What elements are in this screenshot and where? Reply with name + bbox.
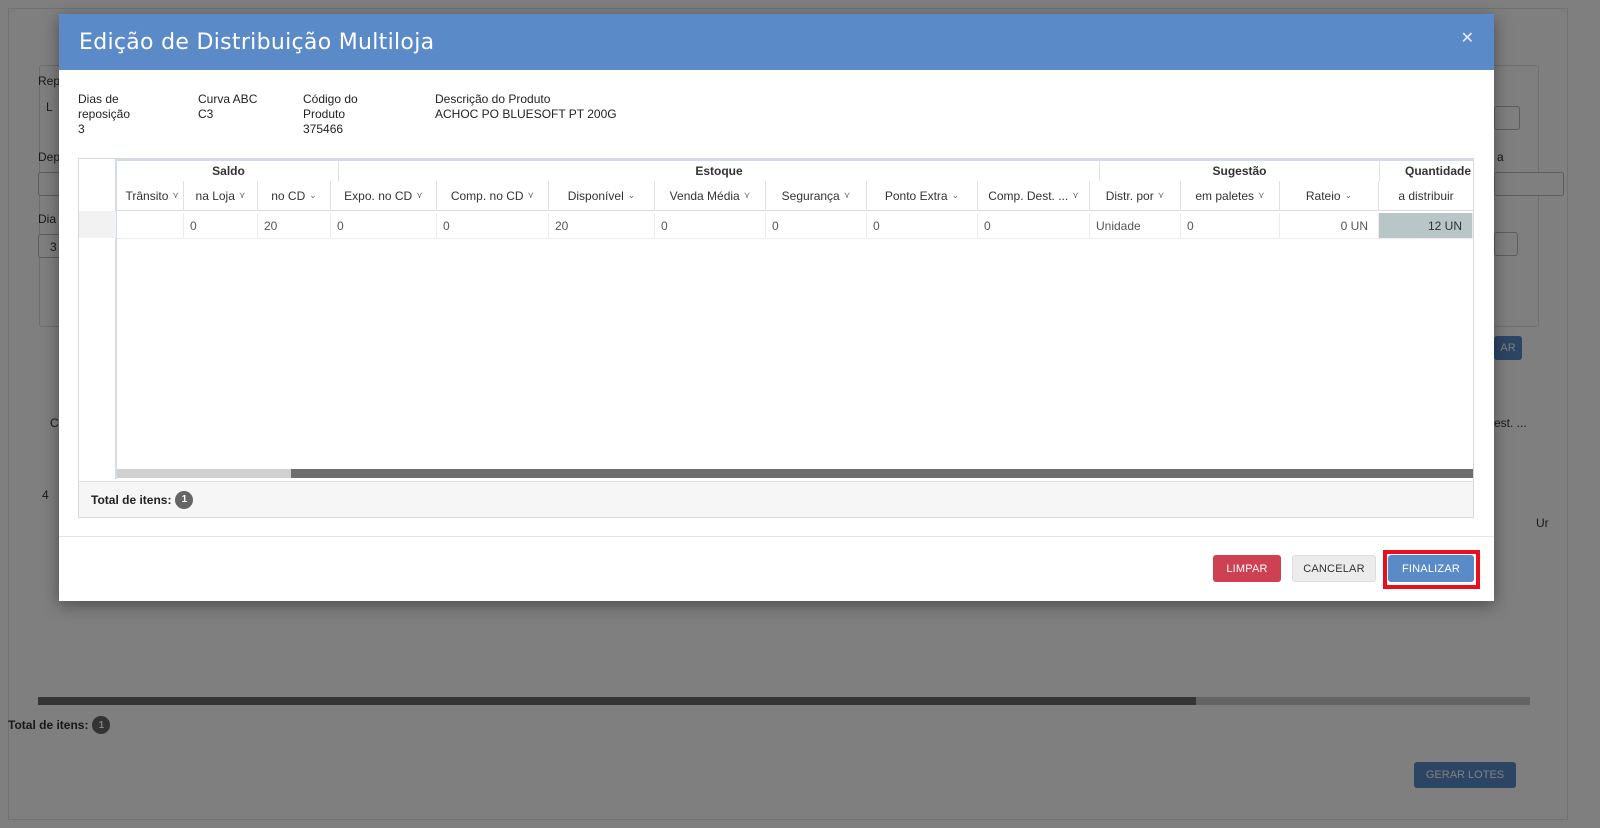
sort-icon: ⋎ xyxy=(238,190,246,200)
column-comp-label: Comp. no CD xyxy=(450,188,524,203)
info-descricao-produto: Descrição do Produto ACHOC PO BLUESOFT P… xyxy=(435,92,735,122)
cell-ponto-extra[interactable]: 0 xyxy=(867,213,978,239)
grid-total-count-badge: 1 xyxy=(175,490,194,509)
modal-footer-divider xyxy=(59,536,1494,537)
grid-row-selector[interactable] xyxy=(79,211,116,238)
dias-reposicao-label: Dias de reposição xyxy=(78,92,131,121)
modal-header: Edição de Distribuição Multiloja ✕ xyxy=(59,14,1494,70)
chevron-down-icon: ⌄ xyxy=(951,190,960,200)
column-header-seguranca[interactable]: Segurança ⋎ xyxy=(766,181,867,211)
sort-icon: ⋎ xyxy=(1072,190,1079,200)
column-disponivel-label: Disponível xyxy=(567,188,624,203)
sort-icon: ⋎ xyxy=(1157,190,1165,200)
column-expo-label: Expo. no CD xyxy=(344,188,413,203)
distribution-grid: Saldo Estoque Sugestão Quantidade Trânsi… xyxy=(78,158,1474,518)
descricao-value: ACHOC PO BLUESOFT PT 200G xyxy=(435,107,617,121)
curva-abc-value: C3 xyxy=(198,107,214,121)
curva-abc-label: Curva ABC xyxy=(198,92,258,106)
column-comp-dest-label: Comp. Dest. ... xyxy=(988,188,1069,203)
info-codigo-produto: Código do Produto 375466 xyxy=(303,92,383,137)
group-header-saldo: Saldo xyxy=(119,161,339,181)
cell-disponivel[interactable]: 20 xyxy=(549,213,655,239)
info-curva-abc: Curva ABC C3 xyxy=(198,92,288,122)
column-seguranca-label: Segurança xyxy=(781,188,840,203)
column-header-ponto-extra[interactable]: Ponto Extra ⌄ xyxy=(867,181,978,211)
column-rateio-label: Rateio xyxy=(1305,188,1341,203)
column-na-loja-label: na Loja xyxy=(195,188,235,203)
close-icon[interactable]: ✕ xyxy=(1461,28,1474,48)
cell-seguranca[interactable]: 0 xyxy=(766,213,867,239)
column-header-comp-no-cd[interactable]: Comp. no CD ⋎ xyxy=(437,181,549,211)
codigo-produto-label: Código do Produto xyxy=(303,92,358,121)
sort-icon: ⋎ xyxy=(843,190,851,200)
chevron-down-icon: ⌄ xyxy=(309,190,317,200)
cell-comp-dest[interactable]: 0 xyxy=(978,213,1090,239)
column-no-cd-label: no CD xyxy=(271,188,306,203)
column-header-na-loja[interactable]: na Loja ⋎ xyxy=(184,181,258,211)
column-venda-media-label: Venda Média xyxy=(669,188,740,203)
modal-title: Edição de Distribuição Multiloja xyxy=(79,29,435,55)
column-header-expo-no-cd[interactable]: Expo. no CD ⋎ xyxy=(331,181,437,211)
group-header-quantidade: Quantidade xyxy=(1380,161,1473,181)
column-header-rateio[interactable]: Rateio ⌄ xyxy=(1280,181,1379,211)
column-header-transito[interactable]: Trânsito ⋎ xyxy=(117,181,184,211)
chevron-down-icon: ⌄ xyxy=(627,190,636,200)
descricao-label: Descrição do Produto xyxy=(435,92,551,106)
sort-icon: ⋎ xyxy=(1258,190,1265,200)
group-estoque-label: Estoque xyxy=(695,164,743,178)
column-header-a-distribuir[interactable]: a distribuir xyxy=(1379,181,1473,211)
column-header-em-paletes[interactable]: em paletes ⋎ xyxy=(1181,181,1280,211)
cell-distr-por[interactable]: Unidade xyxy=(1090,213,1181,239)
column-a-distribuir-label: a distribuir xyxy=(1398,188,1454,203)
column-header-disponivel[interactable]: Disponível ⌄ xyxy=(549,181,655,211)
column-transito-label: Trânsito xyxy=(125,188,169,203)
group-header-estoque: Estoque xyxy=(339,161,1100,181)
group-saldo-label: Saldo xyxy=(212,164,245,178)
cancelar-button[interactable]: CANCELAR xyxy=(1292,555,1376,582)
cell-comp-no-cd[interactable]: 0 xyxy=(437,213,549,239)
column-distr-por-label: Distr. por xyxy=(1105,188,1154,203)
column-ponto-extra-label: Ponto Extra xyxy=(884,188,948,203)
sort-icon: ⋎ xyxy=(527,190,535,200)
grid-horizontal-scrollbar[interactable] xyxy=(291,469,1473,478)
finalizar-highlight-box xyxy=(1383,550,1480,589)
column-header-distr-por[interactable]: Distr. por ⋎ xyxy=(1090,181,1181,211)
group-header-sugestao: Sugestão xyxy=(1100,161,1380,181)
sort-icon: ⋎ xyxy=(743,190,751,200)
sort-icon: ⋎ xyxy=(416,190,423,200)
column-em-paletes-label: em paletes xyxy=(1195,188,1255,203)
column-header-comp-dest[interactable]: Comp. Dest. ... ⋎ xyxy=(978,181,1090,211)
limpar-button[interactable]: LIMPAR xyxy=(1213,555,1281,582)
cell-a-distribuir[interactable]: 12 UN xyxy=(1379,213,1473,239)
distribution-edit-modal: Edição de Distribuição Multiloja ✕ Dias … xyxy=(59,14,1494,601)
group-sugestao-label: Sugestão xyxy=(1212,164,1267,178)
sort-icon: ⋎ xyxy=(172,190,179,200)
group-quantidade-label: Quantidade xyxy=(1404,164,1471,178)
column-header-no-cd[interactable]: no CD ⌄ xyxy=(258,181,331,211)
cell-no-cd[interactable]: 20 xyxy=(258,213,331,239)
grid-footer: Total de itens: 1 xyxy=(79,481,1473,517)
cell-transito[interactable] xyxy=(117,213,184,239)
cell-expo-no-cd[interactable]: 0 xyxy=(331,213,437,239)
cell-na-loja[interactable]: 0 xyxy=(184,213,258,239)
column-header-venda-media[interactable]: Venda Média ⋎ xyxy=(655,181,766,211)
cell-venda-media[interactable]: 0 xyxy=(655,213,766,239)
grid-left-frame xyxy=(79,159,117,479)
info-dias-reposicao: Dias de reposição 3 xyxy=(78,92,168,137)
cell-rateio[interactable]: 0 UN xyxy=(1280,213,1379,239)
codigo-produto-value: 375466 xyxy=(303,122,344,136)
dias-reposicao-value: 3 xyxy=(78,122,85,136)
grid-total-label: Total de itens: xyxy=(91,492,172,507)
chevron-down-icon: ⌄ xyxy=(1344,190,1353,200)
cell-em-paletes[interactable]: 0 xyxy=(1181,213,1280,239)
